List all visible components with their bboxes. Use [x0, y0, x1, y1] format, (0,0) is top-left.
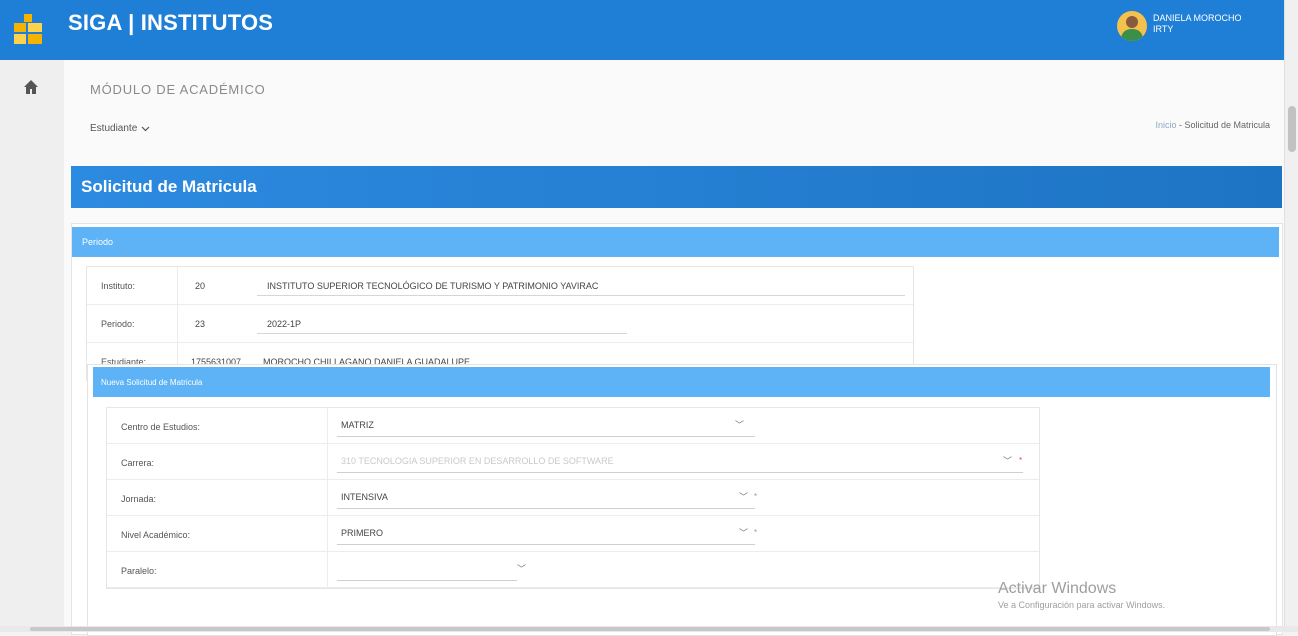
user-menu[interactable]: DANIELA MOROCHO IRTY — [1153, 13, 1273, 35]
user-name: DANIELA MOROCHO — [1153, 13, 1242, 23]
info-label: Instituto: — [101, 281, 136, 291]
request-form: Centro de Estudios: MATRIZ ﹀ Carrera: 31… — [106, 407, 1040, 589]
new-request-header: Nueva Solicitud de Matricula — [93, 367, 1270, 397]
top-header: SIGA | INSTITUTOS DANIELA MOROCHO IRTY — [0, 0, 1284, 60]
chevron-down-icon[interactable]: ﹀ — [517, 562, 526, 575]
breadcrumb: Inicio - Solicitud de Matricula — [1155, 120, 1270, 130]
home-icon[interactable] — [23, 79, 39, 95]
user-avatar[interactable] — [1117, 11, 1147, 41]
field-label: Jornada: — [121, 494, 157, 504]
logo-icon[interactable] — [14, 14, 42, 44]
windows-activation-watermark: Activar Windows Ve a Configuración para … — [998, 580, 1165, 610]
required-marker: * — [754, 492, 758, 501]
student-dropdown[interactable]: Estudiante — [90, 123, 150, 134]
nivel-academico-row: Nivel Académico: PRIMERO ﹀ * — [107, 516, 1039, 552]
required-marker: * — [754, 528, 758, 537]
jornada-select[interactable]: INTENSIVA — [341, 492, 388, 502]
field-label: Carrera: — [121, 458, 155, 468]
info-label: Periodo: — [101, 319, 135, 329]
paralelo-row: Paralelo: ﹀ — [107, 552, 1039, 588]
required-marker: * — [1019, 456, 1023, 465]
sidebar — [0, 60, 65, 626]
info-code: 23 — [195, 319, 206, 329]
jornada-row: Jornada: INTENSIVA ﹀ * — [107, 480, 1039, 516]
info-code: 20 — [195, 281, 206, 291]
chevron-down-icon[interactable]: ﹀ — [739, 526, 748, 539]
field-label: Centro de Estudios: — [121, 422, 201, 432]
horizontal-scrollbar[interactable] — [0, 626, 1298, 632]
watermark-title: Activar Windows — [998, 580, 1117, 597]
user-subtitle: IRTY — [1153, 24, 1174, 34]
field-label: Paralelo: — [121, 566, 157, 576]
chevron-down-icon[interactable]: ﹀ — [739, 490, 748, 503]
chevron-down-icon — [141, 126, 150, 131]
student-menu-label: Estudiante — [90, 123, 138, 134]
breadcrumb-current: Solicitud de Matricula — [1184, 120, 1270, 130]
main-content: MÓDULO DE ACADÉMICO Estudiante Inicio - … — [64, 60, 1284, 636]
periodo-section-header: Periodo — [72, 227, 1279, 257]
page-title: Solicitud de Matricula — [81, 177, 257, 196]
chevron-down-icon[interactable]: ﹀ — [735, 418, 744, 431]
periodo-section-title: Periodo — [82, 237, 114, 247]
app-title[interactable]: SIGA | INSTITUTOS — [68, 10, 273, 36]
info-value: INSTITUTO SUPERIOR TECNOLÓGICO DE TURISM… — [267, 281, 599, 291]
breadcrumb-home[interactable]: Inicio — [1155, 120, 1176, 130]
field-label: Nivel Académico: — [121, 530, 191, 540]
nivel-academico-select[interactable]: PRIMERO — [341, 528, 383, 538]
enrollment-card: Periodo Instituto: 20 INSTITUTO SUPERIOR… — [71, 223, 1283, 636]
module-title: MÓDULO DE ACADÉMICO — [90, 82, 266, 97]
info-row-periodo: Periodo: 23 2022-1P — [87, 305, 913, 343]
centro-estudios-select[interactable]: MATRIZ — [341, 420, 374, 430]
chevron-down-icon[interactable]: ﹀ — [1003, 454, 1012, 467]
info-value: 2022-1P — [267, 319, 302, 329]
info-row-instituto: Instituto: 20 INSTITUTO SUPERIOR TECNOLÓ… — [87, 267, 913, 305]
carrera-row: Carrera: 310 TECNOLOGIA SUPERIOR EN DESA… — [107, 444, 1039, 480]
page-title-banner: Solicitud de Matricula — [71, 166, 1282, 208]
vertical-scrollbar[interactable] — [1284, 0, 1298, 626]
new-request-title: Nueva Solicitud de Matricula — [101, 378, 203, 387]
watermark-subtitle: Ve a Configuración para activar Windows. — [998, 600, 1166, 610]
carrera-select[interactable]: 310 TECNOLOGIA SUPERIOR EN DESARROLLO DE… — [341, 456, 614, 466]
centro-estudios-row: Centro de Estudios: MATRIZ ﹀ — [107, 408, 1039, 444]
